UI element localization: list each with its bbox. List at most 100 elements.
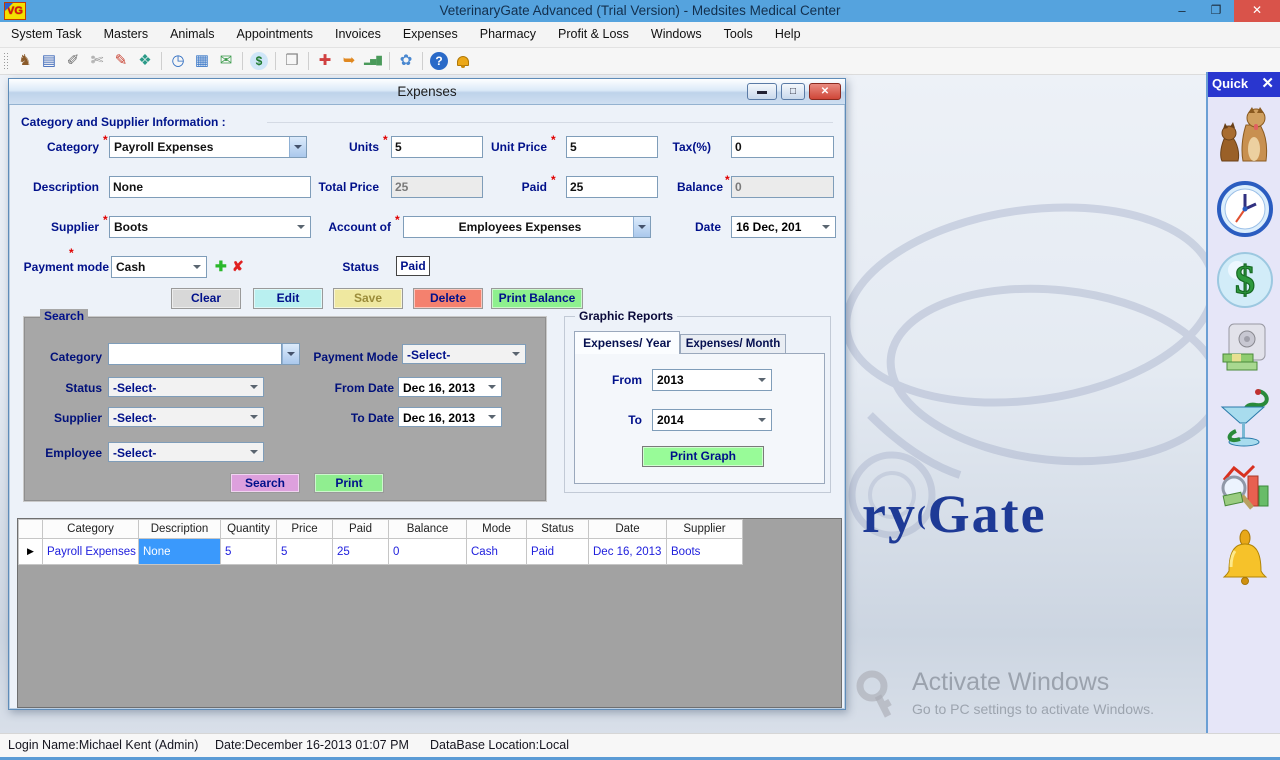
grid-cell-status[interactable]: Paid	[527, 539, 589, 565]
close-icon[interactable]: ✕	[1261, 72, 1274, 96]
chevron-down-icon[interactable]	[508, 345, 525, 363]
chevron-down-icon[interactable]	[293, 217, 310, 237]
grid-column-paid[interactable]: Paid	[333, 520, 389, 539]
grid-cell-balance[interactable]: 0	[389, 539, 467, 565]
maximize-icon[interactable]: □	[781, 83, 805, 100]
menu-tools[interactable]: Tools	[713, 22, 764, 47]
chevron-down-icon[interactable]	[818, 217, 835, 237]
search-button[interactable]: Search	[230, 473, 300, 493]
edit-button[interactable]: Edit	[253, 288, 323, 309]
add-payment-mode-icon[interactable]: ✚	[215, 255, 227, 277]
close-icon[interactable]: ✕	[1234, 0, 1280, 22]
graph-from-select[interactable]: 2013	[652, 369, 772, 391]
grid-cell-supplier[interactable]: Boots	[667, 539, 743, 565]
description-input[interactable]	[109, 176, 311, 198]
grooming-icon[interactable]: ✄	[85, 50, 109, 72]
save-button[interactable]: Save	[333, 288, 403, 309]
grid-column-date[interactable]: Date	[589, 520, 667, 539]
pets-shortcut-icon[interactable]	[1208, 105, 1280, 172]
owner-records-icon[interactable]: ▤	[37, 50, 61, 72]
expenses-grid[interactable]: CategoryDescriptionQuantityPricePaidBala…	[17, 518, 842, 708]
search-category-dropdown[interactable]	[282, 343, 300, 365]
chevron-down-icon[interactable]	[246, 443, 263, 461]
grid-column-price[interactable]: Price	[277, 520, 333, 539]
grid-column-quantity[interactable]: Quantity	[221, 520, 277, 539]
grid-cell-price[interactable]: 5	[277, 539, 333, 565]
chevron-down-icon[interactable]	[754, 410, 771, 430]
alerts-bell-icon[interactable]	[451, 50, 475, 72]
grid-cell-quantity[interactable]: 5	[221, 539, 277, 565]
delete-payment-mode-icon[interactable]: ✘	[232, 255, 244, 277]
chevron-down-icon[interactable]	[282, 344, 299, 364]
search-status-select[interactable]: -Select-	[108, 377, 264, 397]
expenses-window-titlebar[interactable]: Expenses ▬ □ ✕	[9, 79, 845, 105]
medicine-icon[interactable]: ✚	[313, 50, 337, 72]
reports-chart-icon[interactable]: ▂▅█	[361, 50, 385, 72]
grid-column-description[interactable]: Description	[139, 520, 221, 539]
close-icon[interactable]: ✕	[809, 83, 841, 100]
animals-icon[interactable]: ❖	[133, 50, 157, 72]
account-of-select[interactable]: Employees Expenses	[403, 216, 651, 238]
print-button[interactable]: Print	[314, 473, 384, 493]
menu-invoices[interactable]: Invoices	[324, 22, 392, 47]
help-icon[interactable]: ?	[430, 52, 448, 70]
menu-animals[interactable]: Animals	[159, 22, 225, 47]
payment-mode-select[interactable]: Cash	[111, 256, 207, 278]
graph-to-select[interactable]: 2014	[652, 409, 772, 431]
stock-icon[interactable]: ❒	[280, 50, 304, 72]
menu-windows[interactable]: Windows	[640, 22, 713, 47]
backup-icon[interactable]: ✿	[394, 50, 418, 72]
chevron-down-icon[interactable]	[189, 257, 206, 277]
toolbar-grip[interactable]	[3, 52, 9, 70]
supplier-select[interactable]: Boots	[109, 216, 311, 238]
grid-column-balance[interactable]: Balance	[389, 520, 467, 539]
menu-system-task[interactable]: System Task	[0, 22, 93, 47]
grid-column-mode[interactable]: Mode	[467, 520, 527, 539]
clear-button[interactable]: Clear	[171, 288, 241, 309]
grid-cell-description[interactable]: None	[139, 539, 221, 565]
appointments-clock-icon[interactable]: ◷	[166, 50, 190, 72]
menu-masters[interactable]: Masters	[93, 22, 159, 47]
minimize-icon[interactable]: –	[1164, 0, 1200, 22]
expenses-dollar-icon[interactable]: $	[1208, 251, 1280, 314]
reminders-bell-icon[interactable]	[1208, 529, 1280, 592]
category-select[interactable]: Payroll Expenses	[109, 136, 307, 158]
tab-expenses-year[interactable]: Expenses/ Year	[574, 331, 680, 354]
minimize-icon[interactable]: ▬	[747, 83, 777, 100]
search-to-date-select[interactable]: Dec 16, 2013	[398, 407, 502, 427]
grid-column-supplier[interactable]: Supplier	[667, 520, 743, 539]
search-supplier-select[interactable]: -Select-	[108, 407, 264, 427]
grid-column-category[interactable]: Category	[43, 520, 139, 539]
invoices-icon[interactable]: ✉	[214, 50, 238, 72]
dog-icon[interactable]: ♞	[13, 50, 37, 72]
chevron-down-icon[interactable]	[754, 370, 771, 390]
grid-cell-paid[interactable]: 25	[333, 539, 389, 565]
menu-profit-loss[interactable]: Profit & Loss	[547, 22, 640, 47]
chevron-down-icon[interactable]	[484, 378, 501, 396]
grid-cell-mode[interactable]: Cash	[467, 539, 527, 565]
print-balance-button[interactable]: Print Balance	[491, 288, 583, 309]
chevron-down-icon[interactable]	[246, 378, 263, 396]
calendar-icon[interactable]: ▦	[190, 50, 214, 72]
menu-pharmacy[interactable]: Pharmacy	[469, 22, 547, 47]
table-row[interactable]: ▶Payroll ExpensesNone55250CashPaidDec 16…	[19, 539, 743, 565]
search-employee-select[interactable]: -Select-	[108, 442, 264, 462]
tax-input[interactable]	[731, 136, 834, 158]
menu-help[interactable]: Help	[764, 22, 812, 47]
cashbox-icon[interactable]	[1208, 322, 1280, 379]
date-select[interactable]: 16 Dec, 201	[731, 216, 836, 238]
appointments-clock-icon[interactable]	[1208, 180, 1280, 243]
dollar-icon[interactable]: $	[250, 52, 268, 70]
chevron-down-icon[interactable]	[484, 408, 501, 426]
pharmacy-icon[interactable]	[1208, 387, 1280, 454]
chevron-down-icon[interactable]	[246, 408, 263, 426]
row-selector-icon[interactable]: ▶	[19, 539, 43, 565]
sales-report-icon[interactable]	[1208, 462, 1280, 521]
print-graph-button[interactable]: Print Graph	[642, 446, 764, 467]
grid-cell-date[interactable]: Dec 16, 2013	[589, 539, 667, 565]
search-payment-mode-select[interactable]: -Select-	[402, 344, 526, 364]
search-from-date-select[interactable]: Dec 16, 2013	[398, 377, 502, 397]
menu-appointments[interactable]: Appointments	[226, 22, 324, 47]
menu-expenses[interactable]: Expenses	[392, 22, 469, 47]
prescription-icon[interactable]: ✎	[109, 50, 133, 72]
